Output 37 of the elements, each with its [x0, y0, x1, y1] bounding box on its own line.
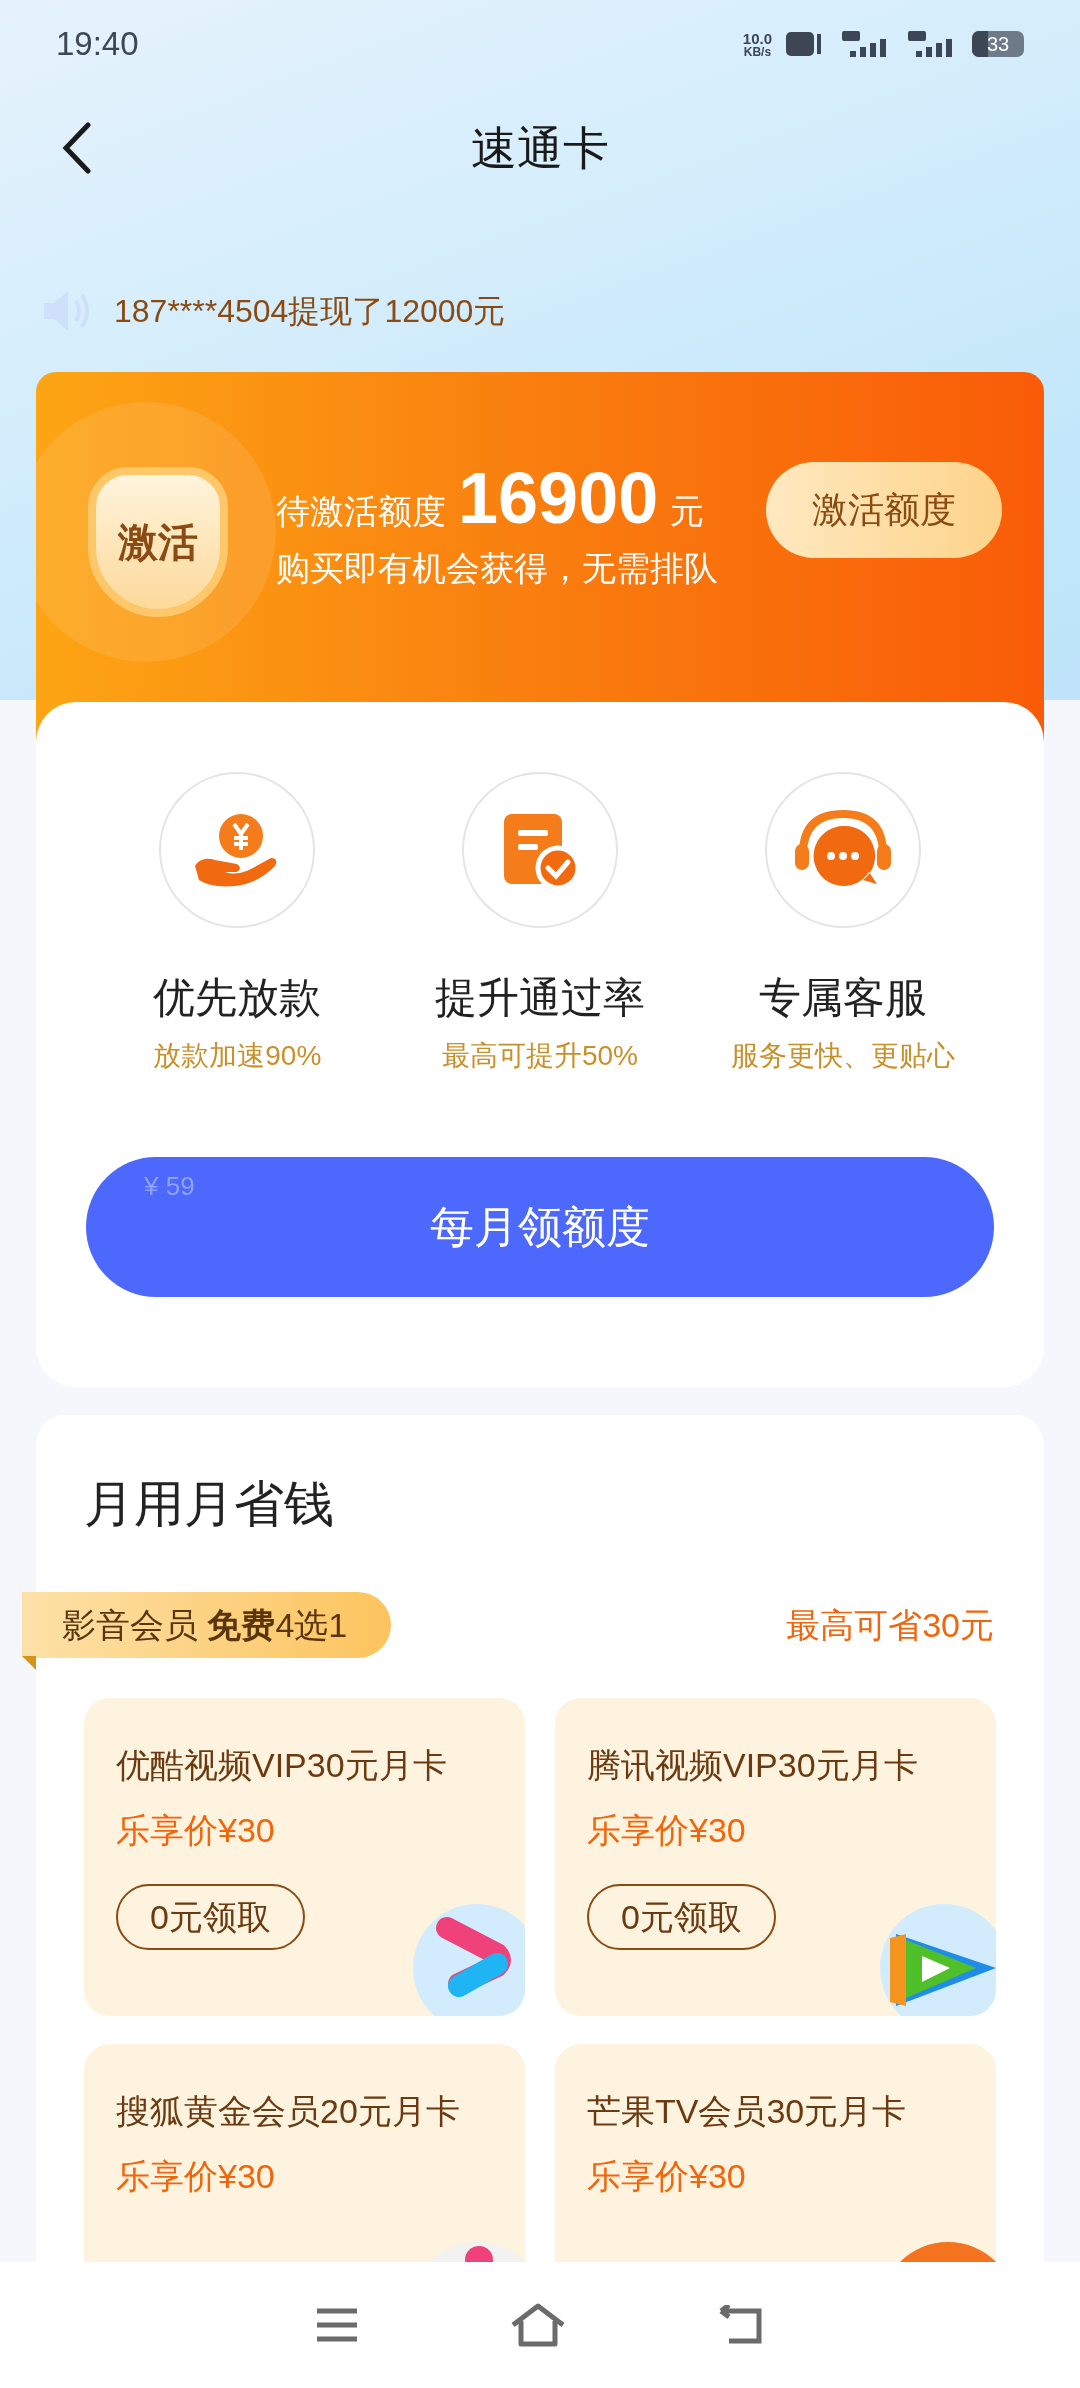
- feature-title: 专属客服: [758, 973, 927, 1023]
- shield-badge: 激活: [88, 467, 228, 617]
- feature-subtitle: 服务更快、更贴心: [730, 1039, 955, 1073]
- price-hint: ¥ 59: [144, 1170, 195, 1203]
- product-name: 优酷视频VIP30元月卡: [116, 1745, 448, 1786]
- quota-unit: 元: [670, 491, 705, 532]
- section-title: 月用月省钱: [83, 1475, 335, 1534]
- speed-unit: KB/s: [743, 45, 772, 58]
- product-name: 芒果TV会员30元月卡: [587, 2091, 908, 2132]
- product-name: 腾讯视频VIP30元月卡: [587, 1745, 919, 1786]
- product-price: 乐享价¥30: [116, 1810, 276, 1851]
- product-card[interactable]: 芒果TV会员30元月卡 乐享价¥30: [555, 2044, 996, 2262]
- clock: 19:40: [56, 24, 139, 65]
- banner-subtitle: 购买即有机会获得，无需排队: [276, 548, 718, 589]
- feature-subtitle: 放款加速90%: [153, 1039, 322, 1073]
- monthly-quota-button[interactable]: 每月领额度 ¥ 59: [86, 1157, 994, 1297]
- claim-button[interactable]: 0元领取: [587, 1884, 776, 1950]
- product-card[interactable]: 优酷视频VIP30元月卡 乐享价¥30 0元领取: [84, 1698, 525, 2016]
- ticker-text: 187****4504提现了12000元: [114, 292, 506, 331]
- product-price: 乐享价¥30: [587, 2156, 747, 2197]
- feature-subtitle: 最高可提升50%: [441, 1039, 638, 1073]
- activate-button[interactable]: 激活额度: [766, 462, 1002, 558]
- network-speed: 10.0: [742, 30, 772, 46]
- product-price: 乐享价¥30: [587, 1810, 747, 1851]
- quota-amount: 16900: [458, 462, 659, 534]
- claim-button[interactable]: 0元领取: [116, 1884, 305, 1950]
- max-saving: 最高可省30元: [786, 1604, 994, 1646]
- product-card[interactable]: 搜狐黄金会员20元月卡 乐享价¥30: [84, 2044, 525, 2262]
- product-price: 乐享价¥30: [116, 2156, 276, 2197]
- feature-title: 提升通过率: [435, 973, 645, 1023]
- feature-title: 优先放款: [153, 973, 322, 1023]
- battery-icon: 33: [972, 31, 1024, 57]
- product-name: 搜狐黄金会员20元月卡: [116, 2091, 461, 2132]
- product-card[interactable]: 腾讯视频VIP30元月卡 乐享价¥30 0元领取: [555, 1698, 996, 2016]
- quota-label: 待激活额度: [276, 491, 446, 532]
- page-title: 速通卡: [471, 120, 609, 176]
- membership-tag: 影音会员 免费4选1: [22, 1592, 392, 1658]
